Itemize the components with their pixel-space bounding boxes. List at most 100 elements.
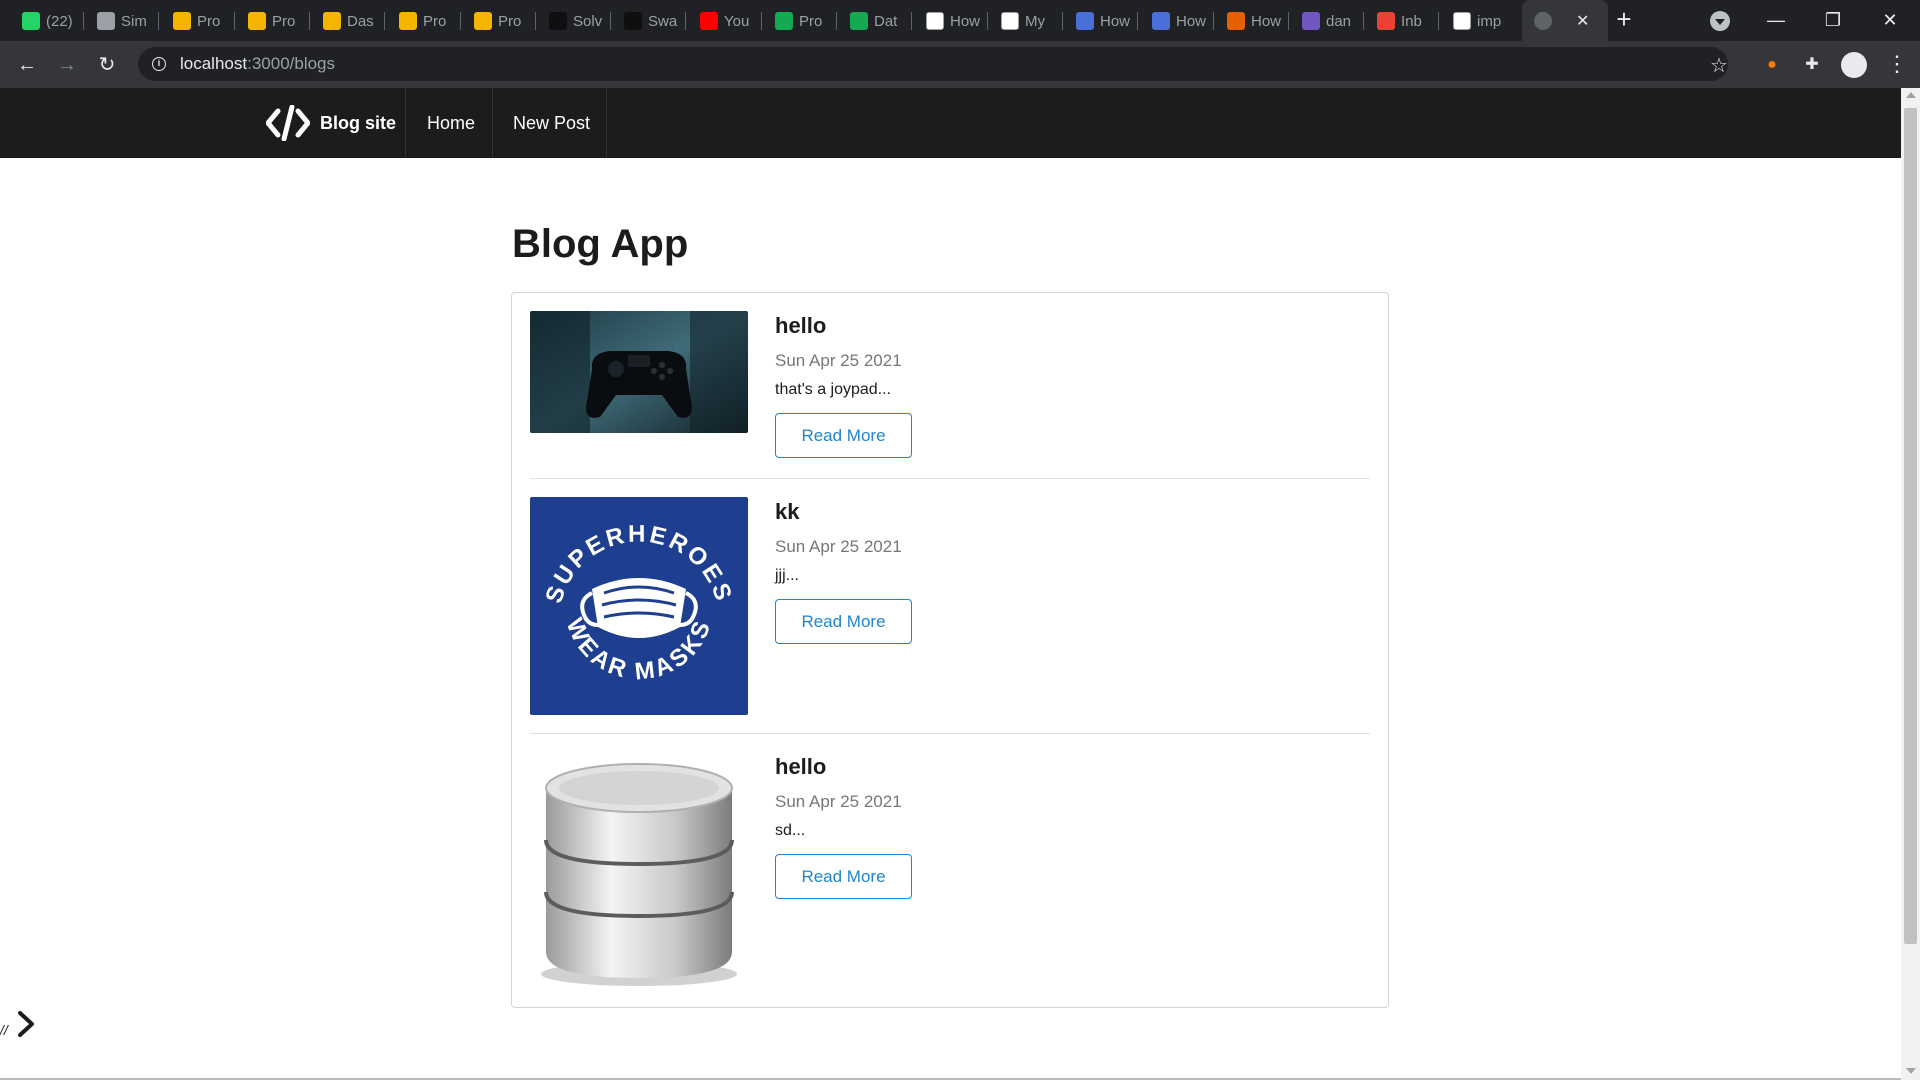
browser-tab[interactable]: How [1219, 8, 1287, 34]
tab-active[interactable]: ✕ [1522, 0, 1608, 41]
nav-divider [405, 88, 406, 158]
browser-tab[interactable]: (22) [14, 8, 82, 34]
post-date: Sun Apr 25 2021 [775, 792, 902, 811]
tab-title: Pro [197, 12, 221, 30]
browser-tab[interactable]: Pro [466, 8, 534, 34]
profile-avatar[interactable] [1841, 52, 1867, 78]
tab-separator [1288, 12, 1289, 30]
tab-title: Pro [423, 12, 447, 30]
geeks-icon [1001, 12, 1019, 30]
address-bar[interactable]: i localhost:3000/blogs [138, 47, 1728, 81]
read-more-button[interactable]: Read More [775, 599, 912, 644]
tab-separator [1213, 12, 1214, 30]
back-button[interactable]: ← [13, 51, 41, 79]
tab-separator [83, 12, 84, 30]
chart-icon [323, 12, 341, 30]
gmail-icon [1377, 12, 1395, 30]
close-window-button[interactable]: ✕ [1867, 4, 1913, 36]
browser-tab[interactable]: Pro [391, 8, 459, 34]
page-title: Blog App [512, 222, 689, 266]
post-title[interactable]: kk [775, 497, 912, 527]
heroku-icon [1302, 12, 1320, 30]
browser-tab[interactable]: How [1144, 8, 1212, 34]
chart-icon [173, 12, 191, 30]
browser-tab[interactable]: Inb [1369, 8, 1437, 34]
tab-search-button[interactable] [1710, 11, 1730, 31]
browser-tab[interactable]: Dat [842, 8, 910, 34]
browser-tabstrip: (22) Sim Pro Pro Das Pro Pro Solv Swa You Pro Dat Ho… [0, 0, 1920, 41]
minimize-button[interactable]: — [1753, 4, 1799, 36]
tab-title: Sim [121, 12, 147, 30]
scrollbar-thumb[interactable] [1904, 108, 1917, 944]
read-more-button[interactable]: Read More [775, 413, 912, 458]
url-text[interactable]: localhost:3000/blogs [180, 54, 335, 74]
post-title[interactable]: hello [775, 311, 912, 341]
scroll-down-arrow[interactable] [1906, 1068, 1916, 1074]
browser-tab[interactable]: Sim [89, 8, 157, 34]
tab-title: How [950, 12, 981, 30]
tab-title: How [1176, 12, 1207, 30]
tab-separator [309, 12, 310, 30]
brand-link[interactable]: Blog site [266, 88, 396, 158]
browser-tab[interactable]: Pro [240, 8, 308, 34]
read-more-button[interactable]: Read More [775, 854, 912, 899]
blog-content: kk Sun Apr 25 2021 jjj... Read More [775, 497, 912, 644]
forward-button[interactable]: → [53, 51, 81, 79]
bookmark-star-icon[interactable]: ☆ [1710, 53, 1728, 78]
tab-separator [460, 12, 461, 30]
globe-icon [1534, 11, 1552, 30]
superheroes-wear-masks-image: SUPERHEROES WEAR MASKS [530, 497, 748, 715]
dev-tools-toggle[interactable]: // [0, 998, 36, 1038]
extensions-puzzle-icon[interactable]: ✚ [1801, 54, 1823, 76]
restore-button[interactable]: ❐ [1810, 4, 1856, 36]
chart-icon [399, 12, 417, 30]
browser-menu-icon[interactable]: ⋮ [1886, 51, 1908, 77]
tab-separator [1363, 12, 1364, 30]
scroll-up-arrow[interactable] [1906, 92, 1916, 98]
browser-tab[interactable]: Solv [541, 8, 609, 34]
browser-tab[interactable]: How [918, 8, 986, 34]
browser-tab[interactable]: Das [315, 8, 383, 34]
tab-separator [384, 12, 385, 30]
reload-button[interactable]: ↻ [93, 51, 121, 79]
code-icon [266, 105, 310, 141]
close-tab-icon[interactable]: ✕ [1576, 11, 1589, 31]
hackerrank-icon [549, 12, 567, 30]
site-info-icon[interactable]: i [152, 57, 166, 71]
browser-tab[interactable]: imp [1445, 8, 1513, 34]
post-date: Sun Apr 25 2021 [775, 351, 902, 370]
page-scrollbar[interactable] [1901, 88, 1920, 1080]
tab-title: imp [1477, 12, 1502, 30]
tab-title: Pro [272, 12, 296, 30]
browser-tab[interactable]: How [1068, 8, 1136, 34]
tab-title: How [1251, 12, 1282, 30]
browser-tab[interactable]: Pro [767, 8, 835, 34]
browser-tab[interactable]: dan [1294, 8, 1362, 34]
hackerrank-icon [624, 12, 642, 30]
tab-title: Solv [573, 12, 603, 30]
chevron-right-icon [17, 1011, 34, 1037]
browser-tab[interactable]: My [993, 8, 1061, 34]
blog-list: hello Sun Apr 25 2021 that's a joypad...… [511, 292, 1389, 1008]
tab-title: Swa [648, 12, 678, 30]
tab-title: Pro [799, 12, 823, 30]
tab-separator [761, 12, 762, 30]
dev-toggle-text: // [0, 1022, 8, 1038]
tab-title: Inb [1401, 12, 1422, 30]
new-tab-button[interactable]: + [1610, 6, 1638, 34]
firefox-icon [1227, 12, 1245, 30]
extension-fire-icon[interactable]: ● [1761, 54, 1783, 76]
tab-separator [1062, 12, 1063, 30]
browser-tab[interactable]: Swa [616, 8, 684, 34]
browser-tab[interactable]: Pro [165, 8, 233, 34]
database-cylinder-image [530, 752, 748, 992]
github-icon [1453, 12, 1471, 30]
nav-divider [492, 88, 493, 158]
runner-icon [97, 12, 115, 30]
nav-home-link[interactable]: Home [427, 88, 475, 158]
browser-tab[interactable]: You [692, 8, 760, 34]
item-divider [530, 733, 1370, 734]
post-title[interactable]: hello [775, 752, 912, 782]
nav-new-post-link[interactable]: New Post [513, 88, 590, 158]
tab-separator [610, 12, 611, 30]
